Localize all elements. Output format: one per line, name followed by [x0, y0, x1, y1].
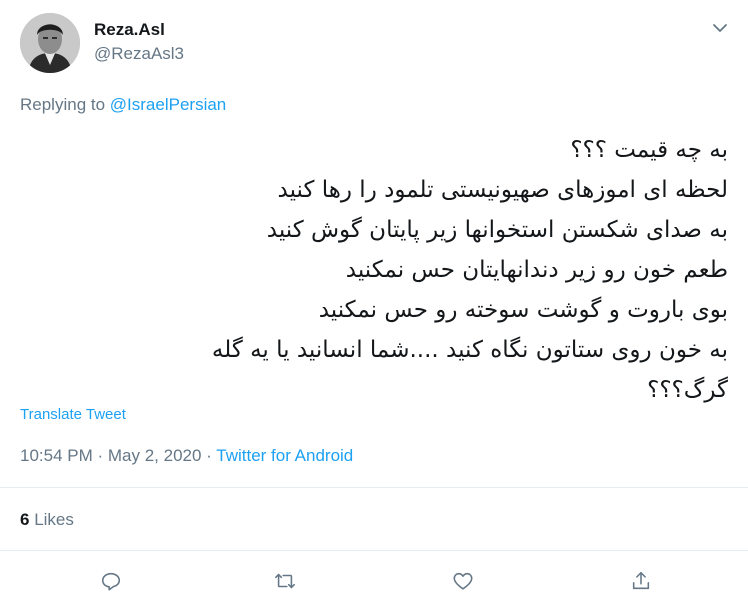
tweet-text-line: گرگ؟؟؟: [647, 377, 728, 403]
likes-label: Likes: [29, 510, 74, 529]
mention-link[interactable]: @IsraelPersian: [110, 95, 226, 114]
tweet-time[interactable]: 10:54 PM: [20, 446, 93, 465]
tweet-text: به چه قیمت ؟؟؟ لحظه ای اموزهای صهیونیستی…: [20, 130, 728, 410]
tweet-date[interactable]: May 2, 2020: [108, 446, 202, 465]
replying-to: Replying to @IsraelPersian: [20, 95, 226, 115]
meta-separator: ·: [201, 446, 217, 465]
reply-icon[interactable]: [96, 566, 126, 596]
tweet-text-line: طعم خون رو زیر دندانهایتان حس نمکنید: [345, 257, 728, 283]
avatar[interactable]: [20, 13, 80, 73]
tweet-text-line: به چه قیمت ؟؟؟: [570, 137, 728, 163]
translate-tweet-link[interactable]: Translate Tweet: [20, 406, 126, 423]
user-handle[interactable]: @RezaAsl3: [94, 44, 184, 64]
replying-to-label: Replying to: [20, 95, 110, 114]
display-name[interactable]: Reza.Asl: [94, 20, 165, 40]
chevron-down-icon[interactable]: [710, 18, 730, 38]
tweet-meta: 10:54 PM · May 2, 2020 · Twitter for And…: [20, 446, 353, 466]
retweet-icon[interactable]: [270, 566, 300, 596]
tweet-text-line: لحظه ای اموزهای صهیونیستی تلمود را رها ک…: [277, 177, 728, 203]
tweet-text-line: بوی باروت و گوشت سوخته رو حس نمکنید: [318, 297, 728, 323]
meta-separator: ·: [92, 446, 108, 465]
divider: [0, 550, 748, 551]
divider: [0, 487, 748, 488]
tweet-source-link[interactable]: Twitter for Android: [216, 446, 353, 465]
share-icon[interactable]: [626, 566, 656, 596]
tweet-card: Reza.Asl @RezaAsl3 Replying to @IsraelPe…: [0, 0, 748, 611]
tweet-text-line: به خون روی ستاتون نگاه کنید ....شما انسا…: [211, 337, 728, 363]
avatar-image: [20, 13, 80, 73]
likes-count[interactable]: 6 Likes: [20, 510, 74, 530]
heart-icon[interactable]: [448, 566, 478, 596]
tweet-text-line: به صدای شکستن استخوانها زیر پایتان گوش ک…: [266, 217, 728, 243]
